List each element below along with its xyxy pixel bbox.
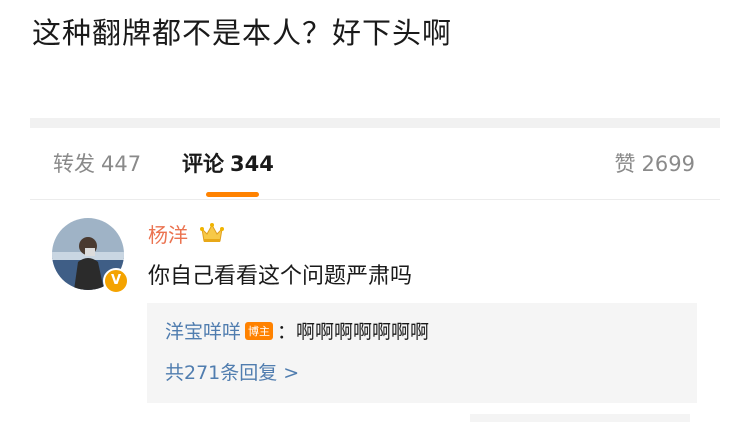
tab-likes-label: 赞 bbox=[614, 152, 636, 176]
tab-likes-count: 2699 bbox=[641, 152, 695, 176]
more-replies-link[interactable]: 共271条回复 > bbox=[165, 358, 299, 385]
blogger-badge: 博主 bbox=[245, 321, 274, 340]
tab-likes[interactable]: 赞 2699 bbox=[615, 148, 695, 178]
tab-comments-count: 344 bbox=[230, 152, 274, 176]
tab-repost-label: 转发 bbox=[53, 152, 95, 176]
crown-icon bbox=[200, 223, 224, 242]
tab-comments[interactable]: 评论 344 bbox=[182, 148, 274, 178]
reply-item: 洋宝咩咩 博主 ：啊啊啊啊啊啊啊 bbox=[165, 317, 429, 344]
next-item-preview bbox=[470, 414, 690, 422]
tab-repost-count: 447 bbox=[101, 152, 142, 176]
comment-username[interactable]: 杨洋 bbox=[148, 219, 188, 248]
reply-preview[interactable]: 洋宝咩咩 博主 ：啊啊啊啊啊啊啊 共271条回复 > bbox=[147, 303, 697, 403]
comment-text: 你自己看看这个问题严肃吗 bbox=[148, 264, 413, 289]
tabs-divider bbox=[30, 199, 720, 200]
active-tab-indicator bbox=[206, 192, 259, 197]
reply-text: 啊啊啊啊啊啊啊 bbox=[296, 321, 430, 343]
post-caption: 这种翻牌都不是本人？好下头啊 bbox=[32, 16, 453, 50]
section-separator bbox=[30, 118, 720, 128]
tab-repost[interactable]: 转发 447 bbox=[53, 148, 141, 178]
reply-username[interactable]: 洋宝咩咩 bbox=[165, 321, 241, 343]
verified-badge-icon: V bbox=[103, 268, 129, 294]
tab-comments-label: 评论 bbox=[182, 152, 224, 176]
reply-colon: ： bbox=[277, 321, 297, 343]
interaction-tabs: 转发 447 评论 344 赞 2699 bbox=[0, 148, 750, 188]
